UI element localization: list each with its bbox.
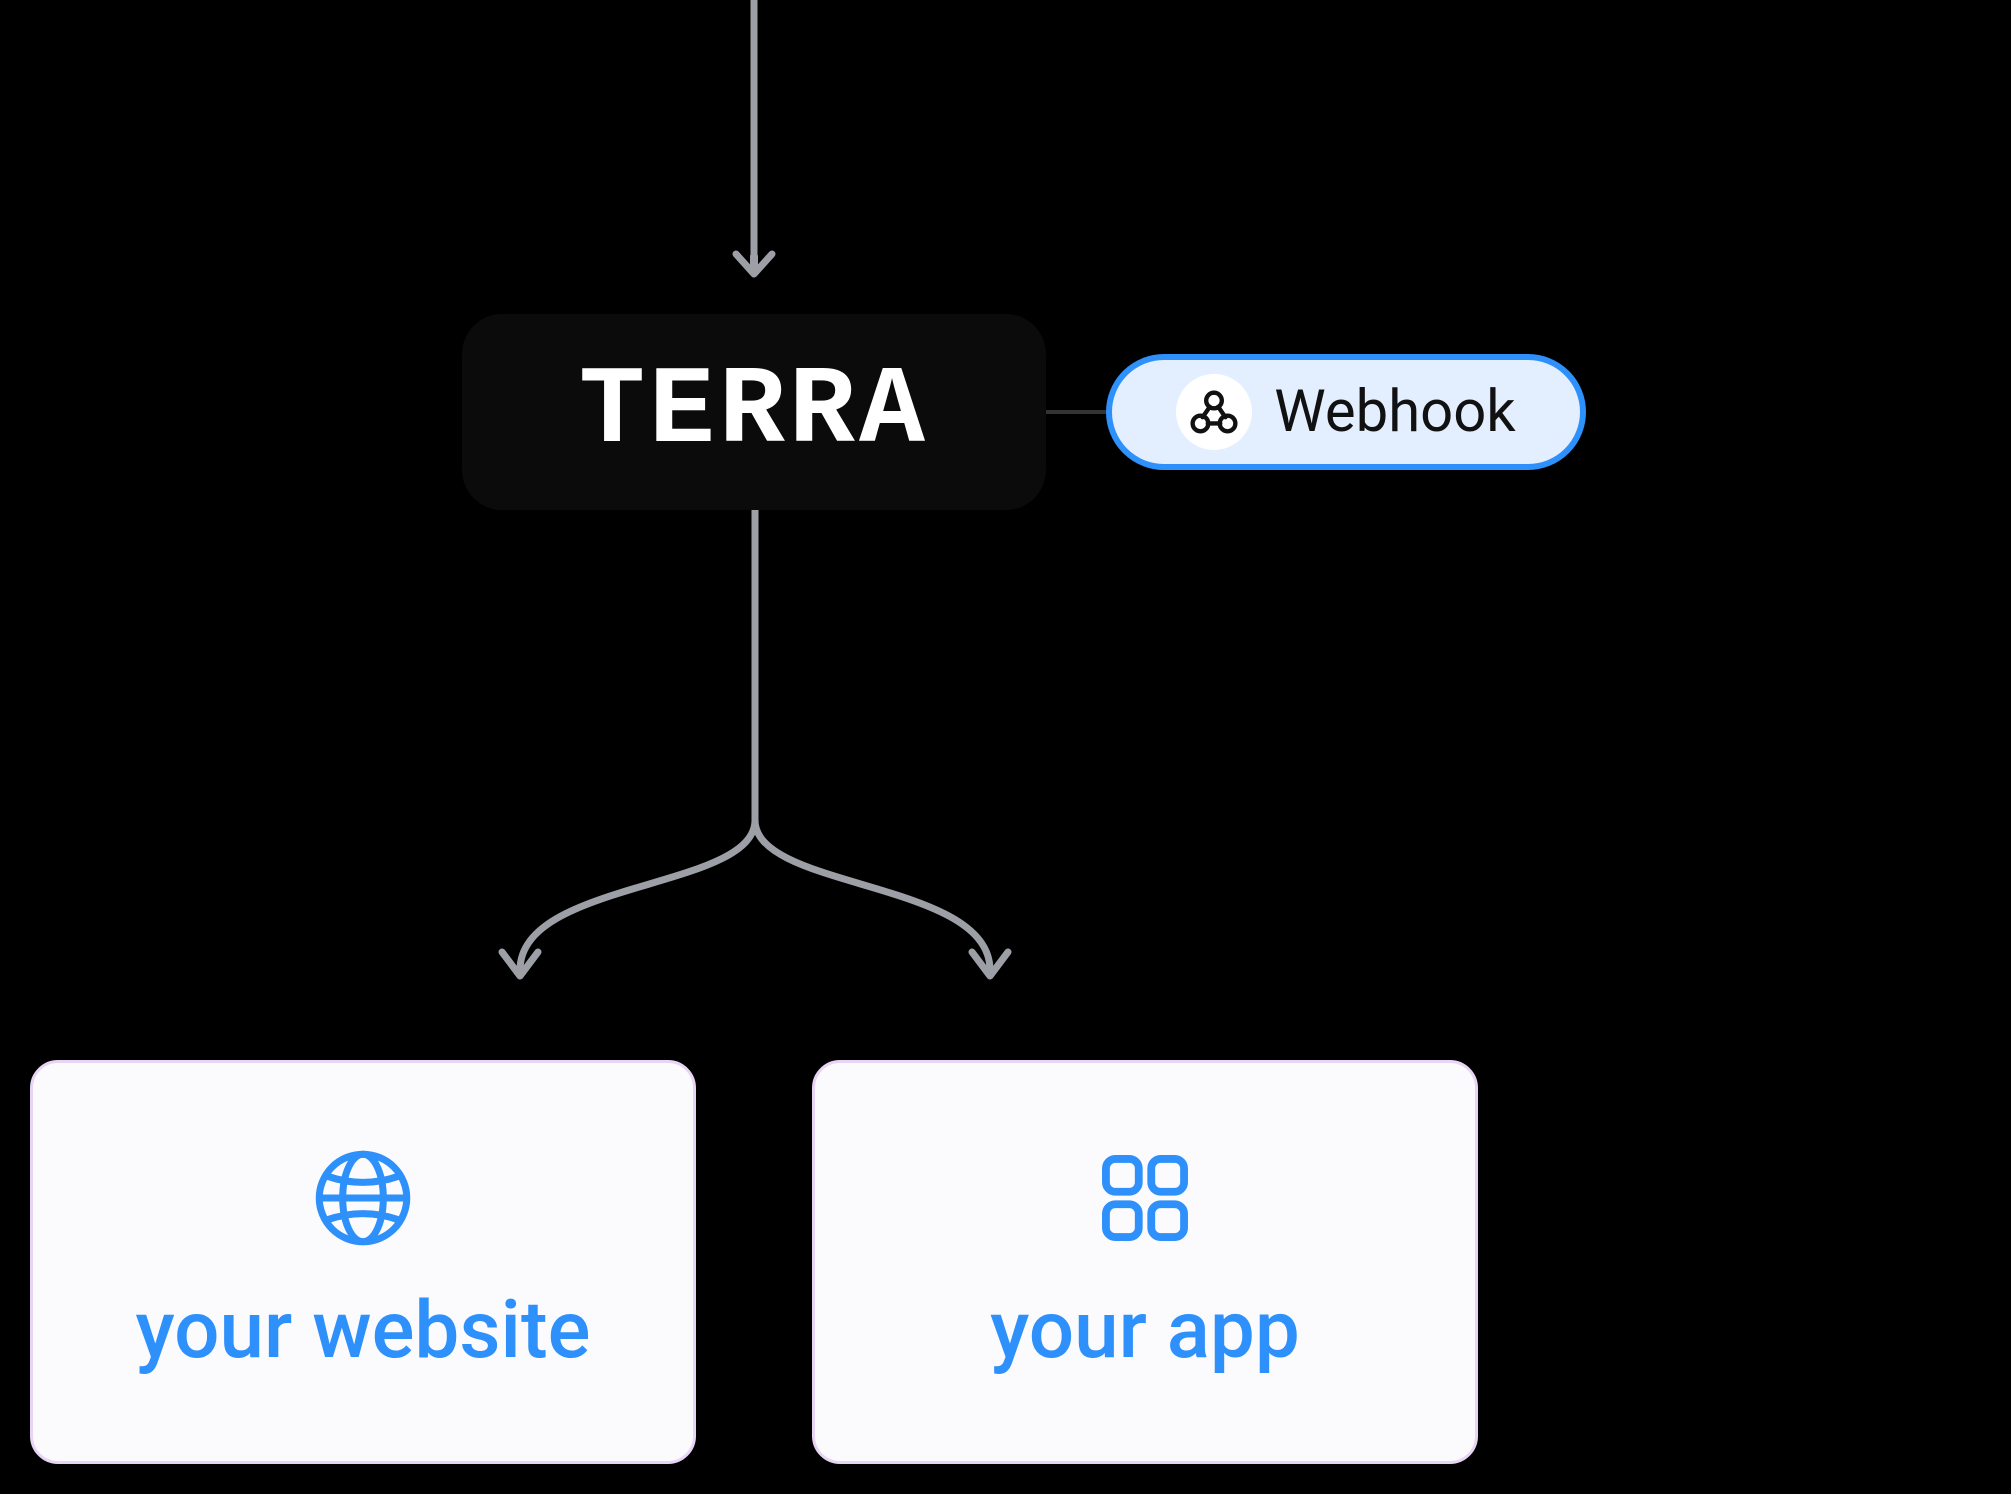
app-label: your app — [990, 1283, 1300, 1377]
app-node: your app — [812, 1060, 1478, 1464]
split-arrow-icon — [360, 510, 1150, 1040]
flow-diagram: TERRA Webhook — [0, 0, 2011, 1494]
website-label: your website — [136, 1283, 591, 1377]
webhook-node: Webhook — [1106, 354, 1586, 470]
terra-node: TERRA — [462, 314, 1046, 510]
website-node: your website — [30, 1060, 696, 1464]
globe-icon — [313, 1148, 413, 1248]
terra-label: TERRA — [579, 350, 929, 475]
arrow-down-icon — [750, 0, 758, 280]
webhook-icon — [1189, 387, 1239, 437]
webhook-label: Webhook — [1274, 378, 1515, 446]
arrowhead-down-icon — [730, 240, 778, 288]
webhook-icon-container — [1176, 374, 1252, 450]
connector-line — [1046, 410, 1106, 414]
apps-grid-icon — [1095, 1148, 1195, 1248]
